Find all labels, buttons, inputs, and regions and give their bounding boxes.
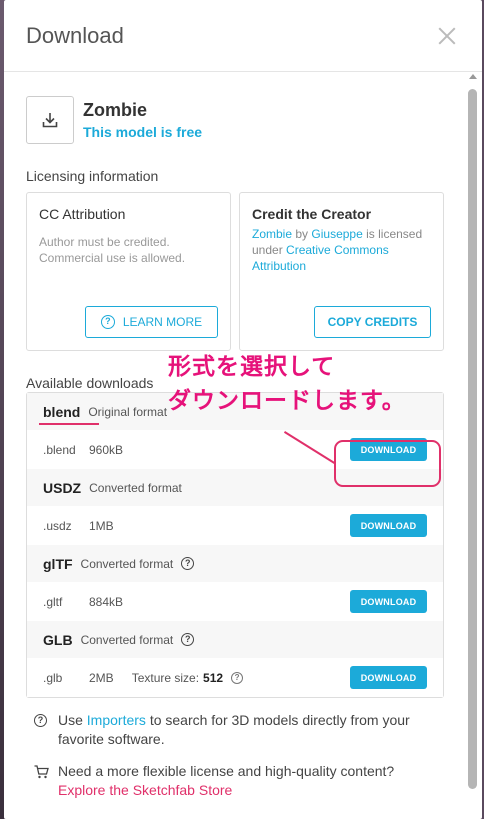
- credit-is-licensed: is licensed: [366, 227, 423, 241]
- modal-header: Download: [4, 0, 482, 72]
- model-free-status: This model is free: [83, 124, 203, 140]
- annotation-underline: [39, 423, 99, 425]
- model-name: Zombie: [83, 100, 148, 120]
- help-circle-icon[interactable]: ?: [181, 633, 195, 646]
- licensing-label: Licensing information: [26, 168, 159, 184]
- file-size: 2MB: [89, 670, 114, 685]
- file-ext: .usdz: [43, 518, 72, 533]
- scrollbar[interactable]: [468, 74, 478, 819]
- file-size: 1MB: [89, 518, 114, 533]
- copy-credits-button[interactable]: COPY CREDITS: [314, 306, 431, 338]
- license-desc: Author must be credited. Commercial use …: [39, 234, 218, 266]
- model-summary: Zombie This model is free: [26, 95, 444, 145]
- credit-card: Credit the Creator Zombie by Giuseppe is…: [239, 192, 444, 351]
- credit-title: Credit the Creator: [252, 206, 372, 222]
- format-name: blend: [43, 403, 81, 420]
- close-icon[interactable]: [438, 27, 456, 45]
- download-button-gltf[interactable]: DOWNLOAD: [350, 590, 427, 613]
- credit-under: under: [252, 243, 283, 257]
- format-name: glTF: [43, 555, 73, 572]
- format-header-gltf: glTF Converted format ?: [27, 545, 443, 582]
- file-size: 884kB: [89, 594, 124, 609]
- store-info: Need a more flexible license and high-qu…: [26, 762, 444, 800]
- store-link[interactable]: Explore the Sketchfab Store: [58, 781, 394, 800]
- texture-size-value: 512: [203, 670, 224, 685]
- downloads-table: blend Original format .blend 960kB DOWNL…: [26, 392, 444, 698]
- file-row-glb: .glb 2MB Texture size: 512 ? DOWNLOAD: [27, 658, 443, 697]
- learn-more-button[interactable]: ? LEARN MORE: [85, 306, 218, 338]
- file-ext: .glb: [43, 670, 63, 685]
- annotation-line1: 形式を選択して: [168, 354, 336, 380]
- question-circle-icon: ?: [100, 315, 115, 329]
- format-note: Original format: [88, 404, 168, 419]
- format-note: Converted format: [80, 632, 174, 647]
- annotation-text: 形式を選択して ダウンロードします。: [168, 350, 406, 418]
- importers-pre: Use: [58, 712, 83, 728]
- license-link[interactable]: Creative Commons: [286, 243, 389, 257]
- format-header-glb: GLB Converted format ?: [27, 621, 443, 658]
- licensing-cards: CC Attribution Author must be credited. …: [26, 192, 444, 351]
- model-link[interactable]: Zombie: [252, 227, 292, 241]
- question-circle-icon: ?: [34, 714, 48, 727]
- format-note: Converted format: [80, 556, 174, 571]
- store-text: Need a more flexible license and high-qu…: [58, 763, 395, 779]
- file-size: 960kB: [89, 442, 124, 457]
- importers-post: to search for 3D models directly from yo…: [149, 712, 410, 728]
- format-name: USDZ: [43, 479, 82, 496]
- license-desc-line2: Commercial use is allowed.: [39, 251, 186, 265]
- file-ext: .blend: [43, 442, 76, 457]
- author-link[interactable]: Giuseppe: [311, 227, 362, 241]
- importers-post2: favorite software.: [58, 731, 165, 747]
- format-name: GLB: [43, 631, 73, 648]
- scroll-thumb[interactable]: [468, 89, 477, 789]
- scroll-up-arrow-icon[interactable]: [469, 74, 477, 79]
- importers-link[interactable]: Importers: [87, 712, 146, 728]
- help-circle-icon[interactable]: ?: [231, 671, 244, 684]
- annotation-line2: ダウンロードします。: [168, 388, 406, 414]
- file-row-gltf: .gltf 884kB DOWNLOAD: [27, 582, 443, 621]
- download-icon: [26, 96, 74, 144]
- format-note: Converted format: [89, 480, 182, 495]
- help-circle-icon[interactable]: ?: [181, 557, 195, 570]
- license-title: CC Attribution: [39, 206, 126, 222]
- cart-icon: [34, 765, 49, 784]
- annotation-highlight-box: [334, 440, 441, 487]
- download-button-glb[interactable]: DOWNLOAD: [350, 666, 427, 689]
- texture-size-label: Texture size:: [131, 670, 200, 685]
- license-card: CC Attribution Author must be credited. …: [26, 192, 231, 351]
- credit-desc: Zombie by Giuseppe is licensed under Cre…: [252, 226, 431, 274]
- license-desc-line1: Author must be credited.: [39, 235, 170, 249]
- license-link-cont[interactable]: Attribution: [252, 259, 306, 273]
- credit-by: by: [295, 227, 309, 241]
- file-ext: .gltf: [43, 594, 63, 609]
- file-row-usdz: .usdz 1MB DOWNLOAD: [27, 506, 443, 545]
- importers-info: ? Use Importers to search for 3D models …: [26, 711, 444, 749]
- learn-more-label: LEARN MORE: [122, 315, 203, 329]
- download-button-usdz[interactable]: DOWNLOAD: [350, 514, 427, 537]
- modal-title: Download: [26, 22, 124, 48]
